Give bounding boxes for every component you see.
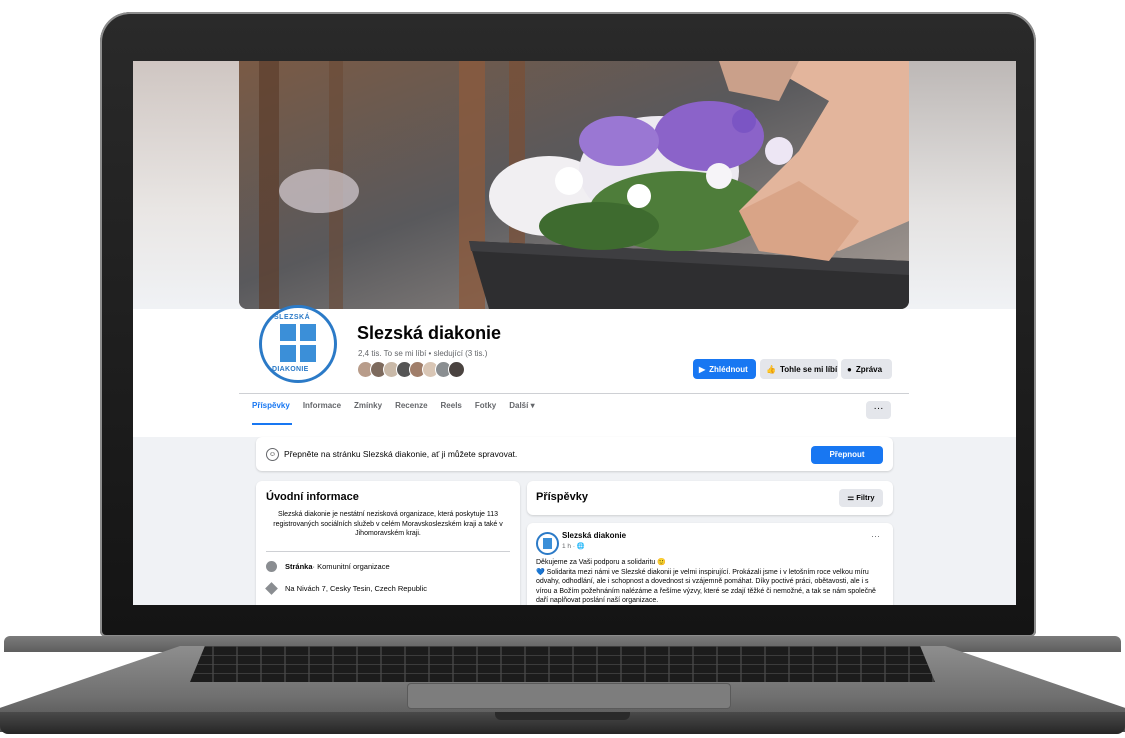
tab-mentions[interactable]: Zmínky [354, 401, 382, 410]
category-row: Stránka · Komunitní organizace [266, 561, 390, 572]
tab-reviews[interactable]: Recenze [395, 401, 427, 410]
laptop-screen: SLEZSKÁ DIAKONIE Slezská diakonie 2,4 ti… [133, 61, 1016, 605]
posts-title: Příspěvky [536, 491, 588, 503]
cover-background-right [909, 61, 1016, 309]
post-card: Slezská diakonie 1 h · 🌐 ··· Děkujeme za… [527, 523, 893, 605]
address-text[interactable]: Na Nivách 7, Cesky Tesin, Czech Republic [285, 584, 427, 593]
follower-avatar[interactable] [448, 361, 465, 378]
like-button-label: Tohle se mi líbí [779, 364, 838, 374]
active-tab-indicator [252, 423, 292, 425]
follower-avatars[interactable] [357, 361, 465, 379]
intro-description: Slezská diakonie je nestátní nezisková o… [273, 511, 503, 537]
tab-more[interactable]: Další ▾ [509, 401, 534, 410]
filter-icon: ⚌ [847, 493, 855, 502]
tab-photos[interactable]: Fotky [475, 401, 496, 410]
message-button-label: Zpráva [855, 364, 883, 374]
filters-button[interactable]: ⚌ Filtry [839, 489, 883, 507]
page-title[interactable]: Slezská diakonie [357, 323, 501, 344]
tabs-divider [239, 393, 909, 394]
more-options-button[interactable]: ··· [866, 401, 891, 419]
category-label: Stránka [285, 562, 313, 571]
like-button[interactable]: 👍 Tohle se mi líbí [760, 359, 838, 379]
cover-background-left [133, 61, 239, 309]
thumbs-up-icon: 👍 [766, 364, 776, 374]
category-value[interactable]: · Komunitní organizace [313, 562, 390, 571]
laptop-keyboard-rows [190, 646, 935, 682]
post-text-paragraph: 💙 Solidarita mezi námi ve Slezské diakon… [536, 568, 876, 605]
laptop-notch [495, 712, 630, 720]
info-icon [266, 561, 277, 572]
organization-logo: SLEZSKÁ DIAKONIE [259, 305, 337, 383]
switch-button[interactable]: Přepnout [811, 446, 883, 464]
watch-button-label: Zhlédnout [709, 364, 748, 374]
intro-divider [266, 551, 510, 552]
tab-posts[interactable]: Příspěvky [252, 401, 290, 410]
message-button[interactable]: ● Zpráva [841, 359, 892, 379]
tab-info[interactable]: Informace [303, 401, 341, 410]
post-timestamp[interactable]: 1 h · 🌐 [562, 542, 585, 550]
cover-photo-image [239, 61, 909, 309]
logo-text-bottom: DIAKONIE [272, 366, 309, 373]
video-icon: ▶ [699, 364, 706, 374]
logo-text-top: SLEZSKÁ [274, 314, 311, 321]
laptop-trackpad [408, 684, 730, 708]
intro-card: Úvodní informace Slezská diakonie je nes… [256, 481, 520, 605]
post-text-line: Děkujeme za Vaši podporu a solidaritu 🙂 [536, 559, 666, 566]
page-stats[interactable]: 2,4 tis. To se mi líbí • sledující (3 ti… [358, 349, 487, 358]
watch-button[interactable]: ▶ Zhlédnout [693, 359, 756, 379]
logo-cross-icon [280, 324, 316, 362]
switch-banner-text: Přepněte na stránku Slezská diakonie, ať… [284, 449, 518, 459]
switch-profile-banner: ☺ Přepněte na stránku Slezská diakonie, … [256, 437, 893, 471]
post-author-avatar[interactable] [536, 532, 559, 555]
post-text: Děkujeme za Vaši podporu a solidaritu 🙂 … [536, 558, 886, 605]
post-author[interactable]: Slezská diakonie [562, 531, 626, 540]
address-row: Na Nivách 7, Cesky Tesin, Czech Republic [265, 582, 427, 595]
profile-avatar[interactable]: SLEZSKÁ DIAKONIE [259, 305, 359, 385]
intro-title: Úvodní informace [266, 491, 359, 503]
location-pin-icon [265, 582, 278, 595]
tab-reels[interactable]: Reels [441, 401, 462, 410]
filters-label: Filtry [856, 493, 875, 502]
profile-switch-icon: ☺ [266, 448, 279, 461]
cover-photo[interactable] [239, 61, 909, 309]
post-options-icon[interactable]: ··· [871, 531, 880, 541]
profile-tabs: Příspěvky Informace Zmínky Recenze Reels… [252, 401, 535, 410]
posts-header-card: Příspěvky ⚌ Filtry [527, 481, 893, 515]
messenger-icon: ● [847, 364, 852, 374]
